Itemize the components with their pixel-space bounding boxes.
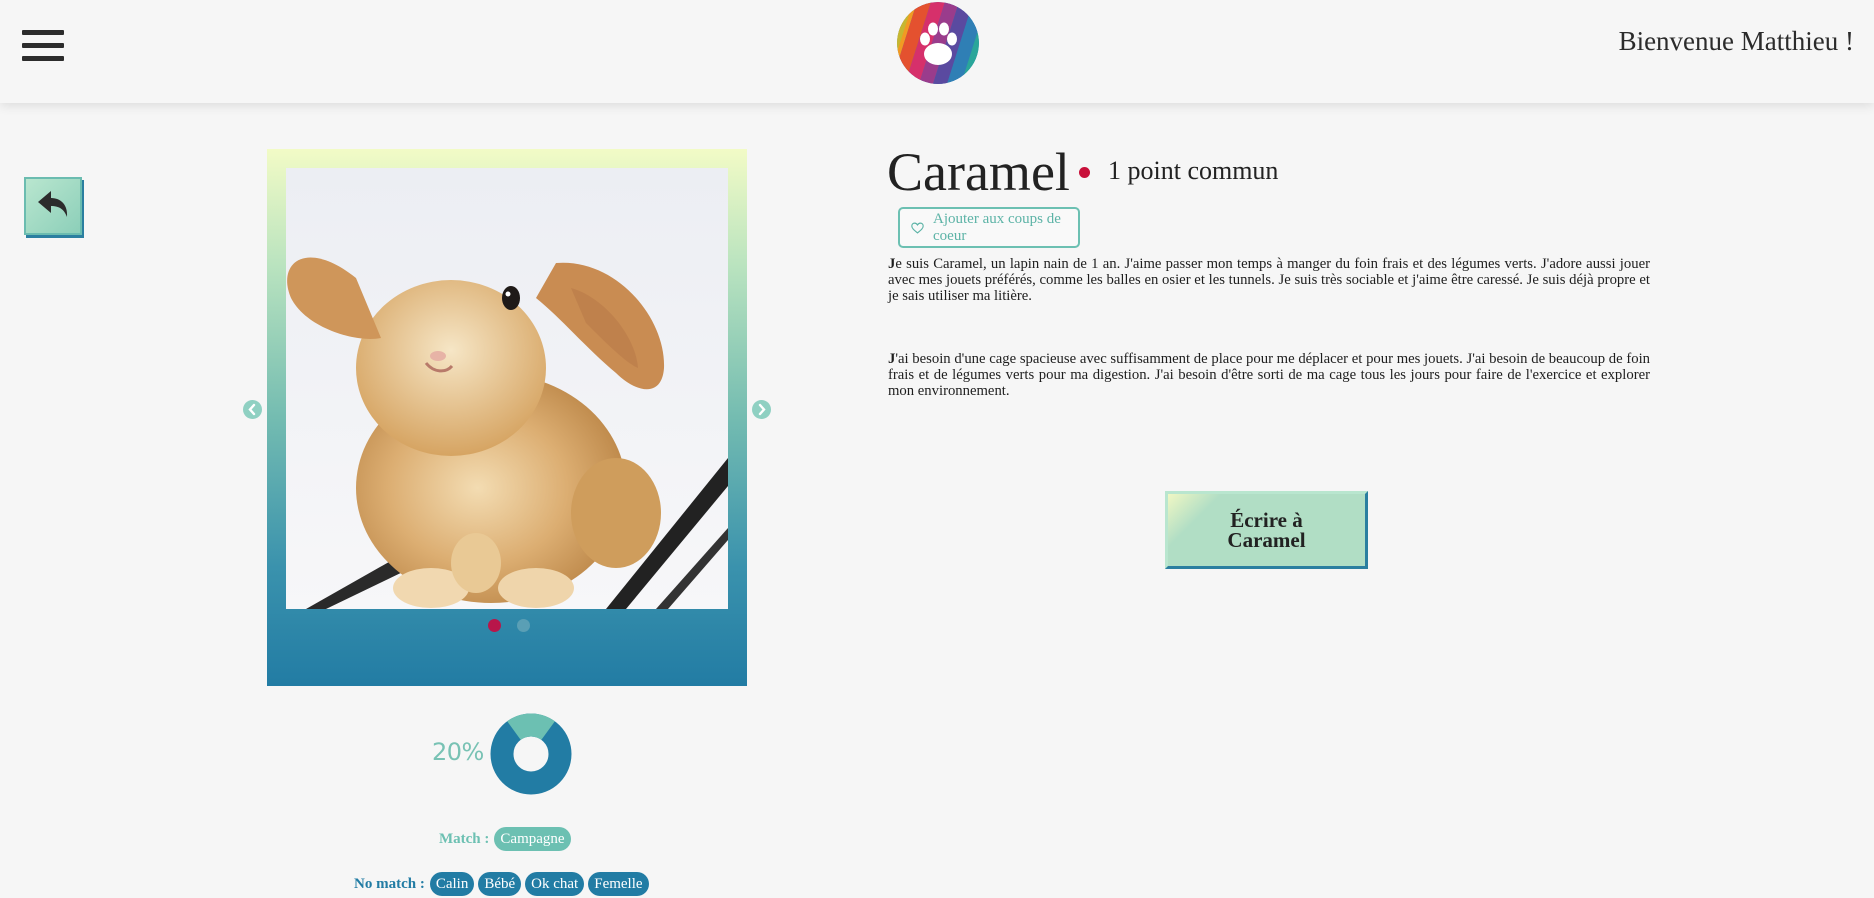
description-text-1: e suis Caramel, un lapin nain de 1 an. J… [888, 256, 1650, 304]
pet-name: Caramel [887, 142, 1070, 202]
carousel-next-button[interactable] [752, 400, 771, 419]
chevron-left-icon [248, 403, 256, 416]
back-arrow-icon [38, 191, 68, 217]
common-points: 1 point commun [1108, 156, 1279, 185]
paw-logo-icon[interactable] [897, 2, 979, 84]
match-tag: Campagne [494, 827, 571, 851]
description-paragraph-1: Je suis Caramel, un lapin nain de 1 an. … [888, 256, 1650, 304]
photo-carousel [267, 149, 747, 686]
no-match-tag: Femelle [588, 872, 649, 896]
chevron-right-icon [758, 403, 766, 416]
compatibility-percent: 20% [432, 738, 484, 766]
status-dot [1079, 167, 1090, 178]
carousel-dot-1[interactable] [488, 619, 501, 632]
write-label-line2: Caramel [1227, 528, 1306, 552]
carousel-prev-button[interactable] [243, 400, 262, 419]
match-label: Match : [439, 830, 490, 847]
hamburger-menu-icon[interactable] [22, 30, 64, 62]
pet-photo [286, 168, 728, 609]
top-bar: Bienvenue Matthieu ! [0, 0, 1874, 103]
heart-icon [911, 222, 924, 234]
compatibility-donut [490, 713, 572, 795]
welcome-message: Bienvenue Matthieu ! [1618, 26, 1854, 56]
carousel-dot-2[interactable] [517, 619, 530, 632]
no-match-label: No match : [354, 875, 425, 892]
write-message-button[interactable]: Écrire à Caramel [1165, 491, 1368, 569]
no-match-tag: Calin [429, 872, 475, 896]
add-favorite-button[interactable]: Ajouter aux coups de coeur [898, 207, 1080, 248]
match-row: Match : Campagne [439, 826, 575, 852]
add-favorite-label: Ajouter aux coups de coeur [933, 210, 1061, 244]
back-button[interactable] [24, 177, 82, 235]
no-match-tag: Ok chat [525, 872, 585, 896]
write-label-line1: Écrire à [1230, 508, 1303, 532]
description-paragraph-2: J'ai besoin d'une cage spacieuse avec su… [888, 351, 1650, 399]
no-match-tag: Bébé [478, 872, 522, 896]
description-text-2: 'ai besoin d'une cage spacieuse avec suf… [888, 351, 1650, 399]
no-match-row: No match : Calin Bébé Ok chat Femelle [354, 871, 653, 897]
